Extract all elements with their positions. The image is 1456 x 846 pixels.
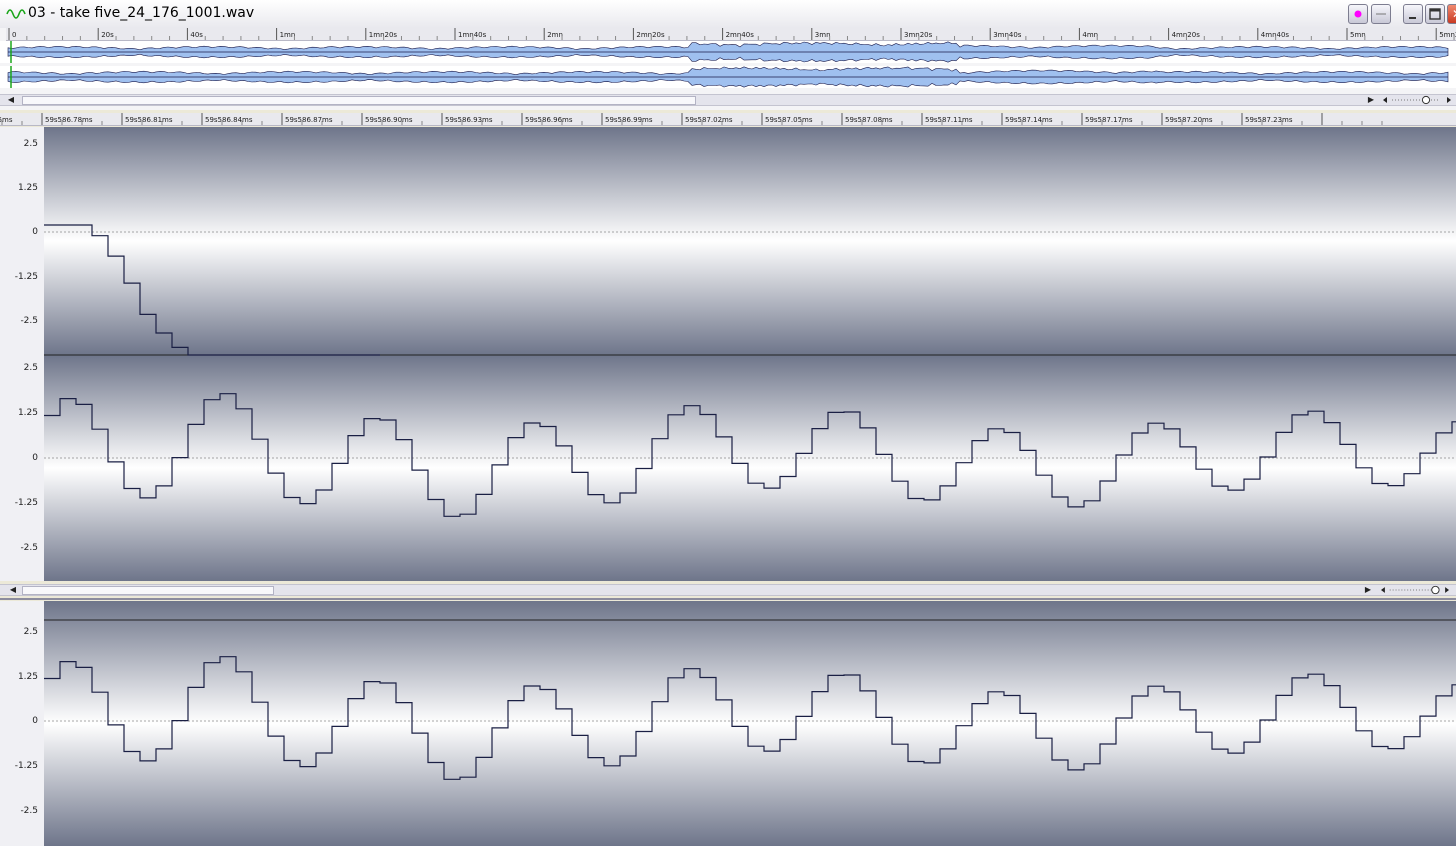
ruler-label: 5mn20	[1439, 31, 1456, 39]
ruler-label: 59s587.05ms	[765, 116, 813, 124]
overview-waveform-right[interactable]	[0, 66, 1456, 88]
detail-plot[interactable]	[44, 127, 1456, 581]
y-label: 1.25	[17, 672, 38, 682]
y-label: 0	[32, 716, 38, 726]
y-label: 2.5	[23, 139, 38, 149]
ruler-label: 2mn20s	[636, 31, 665, 39]
ruler-label: 20s	[101, 31, 114, 39]
ruler-label: 4mn40s	[1261, 31, 1290, 39]
ruler-label: 59s586.78ms	[45, 116, 93, 124]
y-label: 0	[32, 453, 38, 463]
y-label: -2.5	[20, 316, 38, 326]
lower-lane[interactable]: 2.5 1.25 0 -1.25 -2.5	[0, 601, 1456, 846]
overview-waveform-left-graphic	[7, 41, 1449, 63]
zoom-slider-icon[interactable]	[1380, 585, 1450, 595]
y-label: 2.5	[23, 627, 38, 637]
detail-lane[interactable]: 2.5 1.25 0 -1.25 -2.5 2.5 1.25 0 -1.25 -…	[0, 127, 1456, 581]
ruler-label: 59s586.84ms	[205, 116, 253, 124]
ruler-label: 3mn	[815, 31, 831, 39]
ruler-label: 59s587.02ms	[685, 116, 733, 124]
overview-waveform-right-graphic	[7, 66, 1449, 88]
detail-y-axis: 2.5 1.25 0 -1.25 -2.5 2.5 1.25 0 -1.25 -…	[0, 127, 45, 581]
ruler-label: 59s587.20ms	[1165, 116, 1213, 124]
detail-ruler[interactable]: 59s586.75ms59s586.78ms59s586.81ms59s586.…	[0, 113, 1456, 126]
scroll-left-icon[interactable]: ◀	[6, 95, 16, 105]
detail-scroll-thumb[interactable]	[22, 586, 274, 595]
ruler-label: 4mn20s	[1172, 31, 1201, 39]
title-bar: 03 - take five_24_176_1001.wav ✕	[0, 0, 1456, 29]
ruler-label: 59s586.87ms	[285, 116, 333, 124]
y-label: 2.5	[23, 363, 38, 373]
maximize-button[interactable]	[1425, 4, 1445, 24]
minimize-button[interactable]	[1403, 4, 1423, 24]
tool-button[interactable]	[1371, 4, 1391, 24]
detail-ruler-scale: 59s586.75ms59s586.78ms59s586.81ms59s586.…	[0, 113, 1383, 125]
channel-background-top	[44, 127, 1456, 355]
overview-scroll-thumb[interactable]	[22, 96, 696, 105]
ruler-label: 59s586.90ms	[365, 116, 413, 124]
y-label: 0	[32, 227, 38, 237]
scroll-left-icon[interactable]: ◀	[8, 585, 18, 595]
ruler-label: 59s586.99ms	[605, 116, 653, 124]
ruler-label: 3mn40s	[993, 31, 1022, 39]
ruler-label: 59s587.11ms	[925, 116, 973, 124]
ruler-label: 4mn	[1082, 31, 1098, 39]
maximize-icon	[1426, 5, 1444, 23]
pane-splitter[interactable]	[0, 598, 1456, 600]
zoom-slider-icon[interactable]	[1382, 95, 1452, 105]
record-button[interactable]	[1348, 4, 1368, 24]
ruler-label: 59s586.96ms	[525, 116, 573, 124]
close-icon: ✕	[1448, 5, 1456, 23]
ruler-label: 1mn20s	[369, 31, 398, 39]
y-label: -1.25	[14, 761, 38, 771]
dash-icon	[1372, 5, 1390, 23]
channel-background-bottom	[44, 355, 1456, 581]
channel-background	[44, 601, 1456, 846]
ruler-label: 40s	[190, 31, 203, 39]
detail-waveform	[44, 127, 1456, 581]
scroll-right-icon[interactable]: ▶	[1366, 95, 1376, 105]
close-button[interactable]: ✕	[1447, 4, 1456, 24]
ruler-label: 3mn20s	[904, 31, 933, 39]
record-icon	[1349, 5, 1367, 23]
ruler-label: 2mn	[547, 31, 563, 39]
y-label: -1.25	[14, 498, 38, 508]
overview-panel: 0 20s 40s 1mn 1mn20s 1mn40s 2mn 2mn20s 2mn40s 3mn…	[0, 28, 1456, 110]
minimize-icon	[1404, 5, 1422, 23]
y-label: -2.5	[20, 543, 38, 553]
ruler-label: 59s587.08ms	[845, 116, 893, 124]
ruler-label: 5mn	[1350, 31, 1366, 39]
window-title: 03 - take five_24_176_1001.wav	[28, 5, 255, 21]
lower-y-axis: 2.5 1.25 0 -1.25 -2.5	[0, 601, 45, 846]
scroll-right-icon[interactable]: ▶	[1363, 585, 1373, 595]
ruler-label: 59s586.81ms	[125, 116, 173, 124]
ruler-label: 59s587.14ms	[1005, 116, 1053, 124]
lower-waveform	[44, 601, 1456, 846]
overview-scrollbar[interactable]: ◀ ▶	[0, 94, 1456, 106]
ruler-label: 1mn40s	[458, 31, 487, 39]
y-label: 1.25	[17, 408, 38, 418]
overview-ruler[interactable]: 0 20s 40s 1mn 1mn20s 1mn40s 2mn 2mn20s 2mn40s 3mn…	[6, 28, 1456, 41]
waveform-icon	[6, 9, 26, 19]
y-label: -2.5	[20, 806, 38, 816]
overview-ruler-scale: 0 20s 40s 1mn 1mn20s 1mn40s 2mn 2mn20s 2mn40s 3mn…	[8, 28, 1456, 40]
ruler-label: 59s587.23ms	[1245, 116, 1293, 124]
ruler-label: 2mn40s	[726, 31, 755, 39]
ruler-label: 0	[12, 31, 16, 39]
ruler-label: 59s586.93ms	[445, 116, 493, 124]
lower-plot[interactable]	[44, 601, 1456, 846]
detail-scrollbar[interactable]: ◀ ▶	[0, 584, 1456, 596]
ruler-label: 1mn	[280, 31, 296, 39]
overview-waveform-left[interactable]	[0, 41, 1456, 63]
ruler-label: 59s587.17ms	[1085, 116, 1133, 124]
y-label: -1.25	[14, 272, 38, 282]
y-label: 1.25	[17, 183, 38, 193]
